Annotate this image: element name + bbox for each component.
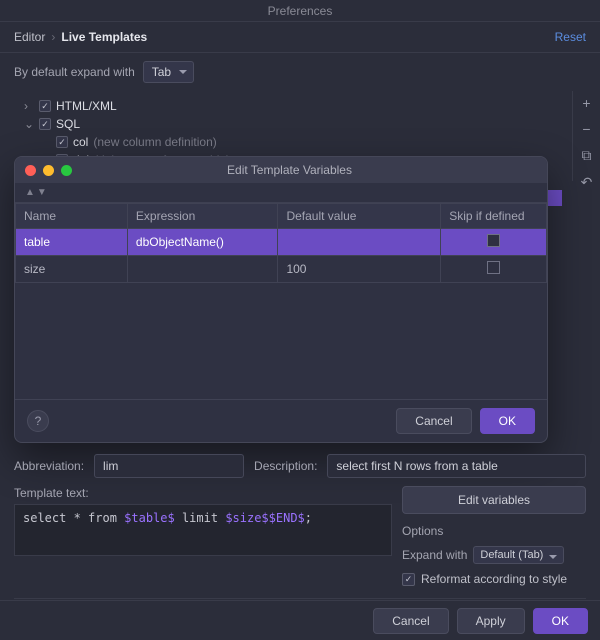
checkbox-col[interactable] [56,136,68,148]
cell-skip[interactable] [441,229,547,256]
description-input[interactable]: select first N rows from a table [327,454,586,478]
dialog-title: Edit Template Variables [72,163,547,177]
dialog-ok-button[interactable]: OK [480,408,535,434]
edit-variables-button[interactable]: Edit variables [402,486,586,514]
default-expand-row: By default expand with Tab [0,53,600,91]
dialog-titlebar[interactable]: Edit Template Variables [15,157,547,183]
abbreviation-input[interactable]: lim [94,454,244,478]
default-expand-label: By default expand with [14,65,135,79]
reformat-checkbox[interactable] [402,573,415,586]
minimize-icon[interactable] [43,165,54,176]
help-button[interactable]: ? [27,410,49,432]
template-text-label: Template text: [14,486,392,500]
col-skip[interactable]: Skip if defined [441,204,547,229]
revert-icon[interactable]: ↶ [581,174,593,191]
breadcrumb-current: Live Templates [61,30,147,44]
cell-skip[interactable] [441,256,547,283]
code-text: ; [305,511,312,525]
leaf-abbr: col [73,135,88,149]
close-icon[interactable] [25,165,36,176]
template-details: Abbreviation: lim Description: select fi… [14,454,586,623]
dialog-cancel-button[interactable]: Cancel [396,408,471,434]
expand-arrow-icon[interactable]: › [24,99,34,113]
add-icon[interactable]: + [582,95,590,111]
code-var: $size$$END$ [225,511,304,525]
cell-expression[interactable] [127,256,278,283]
code-text: limit [175,511,226,525]
col-expression[interactable]: Expression [127,204,278,229]
variables-table: Name Expression Default value Skip if de… [15,203,547,283]
col-default[interactable]: Default value [278,204,441,229]
window-title: Preferences [0,0,600,22]
checkbox-htmlxml[interactable] [39,100,51,112]
remove-icon[interactable]: − [582,121,590,137]
table-row[interactable]: size 100 [16,256,547,283]
reset-link[interactable]: Reset [555,30,586,44]
duplicate-icon[interactable]: ⧉ [582,147,592,164]
zoom-icon[interactable] [61,165,72,176]
reformat-label: Reformat according to style [421,572,567,586]
collapse-arrow-icon[interactable]: ⌄ [24,117,34,131]
preferences-apply-button[interactable]: Apply [457,608,525,634]
skip-checkbox[interactable] [487,234,500,247]
preferences-ok-button[interactable]: OK [533,608,588,634]
cell-default[interactable]: 100 [278,256,441,283]
tree-leaf-col[interactable]: col (new column definition) [14,133,558,151]
move-down-icon[interactable]: ▼ [37,187,47,198]
leaf-desc: (new column definition) [93,135,216,149]
tree-toolbar: + − ⧉ ↶ [572,91,600,181]
cell-name[interactable]: table [16,229,128,256]
code-text: select * from [23,511,124,525]
breadcrumb-bar: Editor › Live Templates Reset [0,22,600,53]
description-label: Description: [254,459,317,473]
cell-name[interactable]: size [16,256,128,283]
table-row[interactable]: table dbObjectName() [16,229,547,256]
skip-checkbox[interactable] [487,261,500,274]
preferences-footer: Cancel Apply OK [0,600,600,640]
col-name[interactable]: Name [16,204,128,229]
preferences-cancel-button[interactable]: Cancel [373,608,448,634]
checkbox-sql[interactable] [39,118,51,130]
cell-expression[interactable]: dbObjectName() [127,229,278,256]
breadcrumb-root[interactable]: Editor [14,30,45,44]
options-title: Options [402,522,586,538]
cell-default[interactable] [278,229,441,256]
tree-node-sql[interactable]: ⌄ SQL [14,115,558,133]
tree-node-htmlxml[interactable]: › HTML/XML [14,97,558,115]
code-var: $table$ [124,511,175,525]
default-expand-select[interactable]: Tab [143,61,194,83]
move-up-icon[interactable]: ▲ [25,187,35,198]
breadcrumb-sep: › [51,30,55,44]
tree-label: SQL [56,117,80,131]
template-text-editor[interactable]: select * from $table$ limit $size$$END$; [14,504,392,556]
expand-with-select[interactable]: Default (Tab) [473,546,564,564]
tree-label: HTML/XML [56,99,117,113]
abbreviation-label: Abbreviation: [14,459,84,473]
edit-template-variables-dialog: Edit Template Variables ▲ ▼ Name Express… [14,156,548,443]
expand-with-label: Expand with [402,548,467,562]
